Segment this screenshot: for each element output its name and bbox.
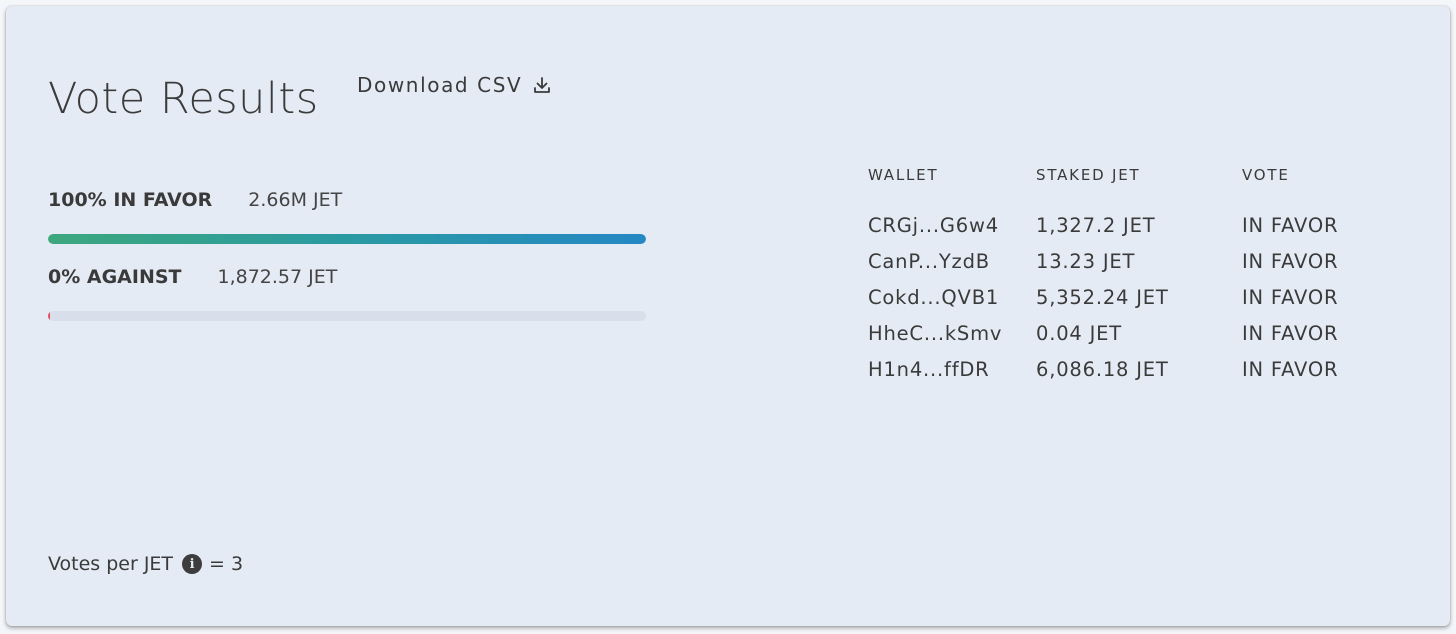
favor-bar-fill	[48, 234, 646, 244]
header-wallet: WALLET	[868, 166, 939, 184]
against-label: 0% AGAINST	[48, 266, 182, 288]
download-csv-label: Download CSV	[357, 73, 523, 97]
staked-cell: 0.04 JET	[1036, 321, 1122, 345]
table-row: Cokd...QVB1 5,352.24 JET IN FAVOR	[868, 280, 1402, 316]
vote-cell: IN FAVOR	[1242, 214, 1339, 238]
table-header: WALLET STAKED JET VOTE	[868, 166, 1402, 192]
table-row: CanP...YzdB 13.23 JET IN FAVOR	[868, 244, 1402, 280]
wallet-cell: CRGj...G6w4	[868, 214, 999, 238]
favor-label: 100% IN FAVOR	[48, 189, 213, 211]
table-row: H1n4...ffDR 6,086.18 JET IN FAVOR	[868, 351, 1402, 387]
against-amount: 1,872.57 JET	[217, 266, 338, 288]
table-row: CRGj...G6w4 1,327.2 JET IN FAVOR	[868, 208, 1402, 244]
vote-cell: IN FAVOR	[1242, 250, 1339, 274]
download-csv-button[interactable]: Download CSV	[357, 73, 552, 97]
favor-bar	[48, 234, 646, 244]
wallet-cell: Cokd...QVB1	[868, 285, 1000, 309]
staked-cell: 6,086.18 JET	[1036, 357, 1169, 381]
staked-cell: 1,327.2 JET	[1036, 214, 1156, 238]
header-vote: VOTE	[1242, 166, 1290, 184]
page-title: Vote Results	[48, 74, 319, 124]
vote-cell: IN FAVOR	[1242, 357, 1339, 381]
vote-cell: IN FAVOR	[1242, 321, 1339, 345]
info-icon[interactable]: i	[182, 554, 203, 574]
favor-stat: 100% IN FAVOR 2.66M JET	[48, 189, 342, 211]
staked-cell: 13.23 JET	[1036, 250, 1136, 274]
vote-results-card: Vote Results Download CSV 100% IN FAVOR …	[6, 6, 1450, 626]
wallet-cell: HheC...kSmv	[868, 321, 1003, 345]
header-staked-jet: STAKED JET	[1036, 166, 1141, 184]
favor-amount: 2.66M JET	[248, 189, 343, 211]
votes-table: WALLET STAKED JET VOTE CRGj...G6w4 1,327…	[868, 166, 1402, 387]
staked-cell: 5,352.24 JET	[1036, 285, 1169, 309]
vote-cell: IN FAVOR	[1242, 285, 1339, 309]
download-icon	[534, 77, 551, 93]
votes-per-jet-label: Votes per JET	[48, 553, 174, 575]
wallet-cell: CanP...YzdB	[868, 250, 990, 274]
against-stat: 0% AGAINST 1,872.57 JET	[48, 266, 337, 288]
against-bar	[48, 311, 646, 321]
table-row: HheC...kSmv 0.04 JET IN FAVOR	[868, 315, 1402, 351]
wallet-cell: H1n4...ffDR	[868, 357, 990, 381]
votes-per-jet-value: = 3	[209, 553, 244, 575]
votes-per-jet: Votes per JET i = 3	[48, 553, 243, 575]
against-bar-fill	[48, 311, 50, 321]
